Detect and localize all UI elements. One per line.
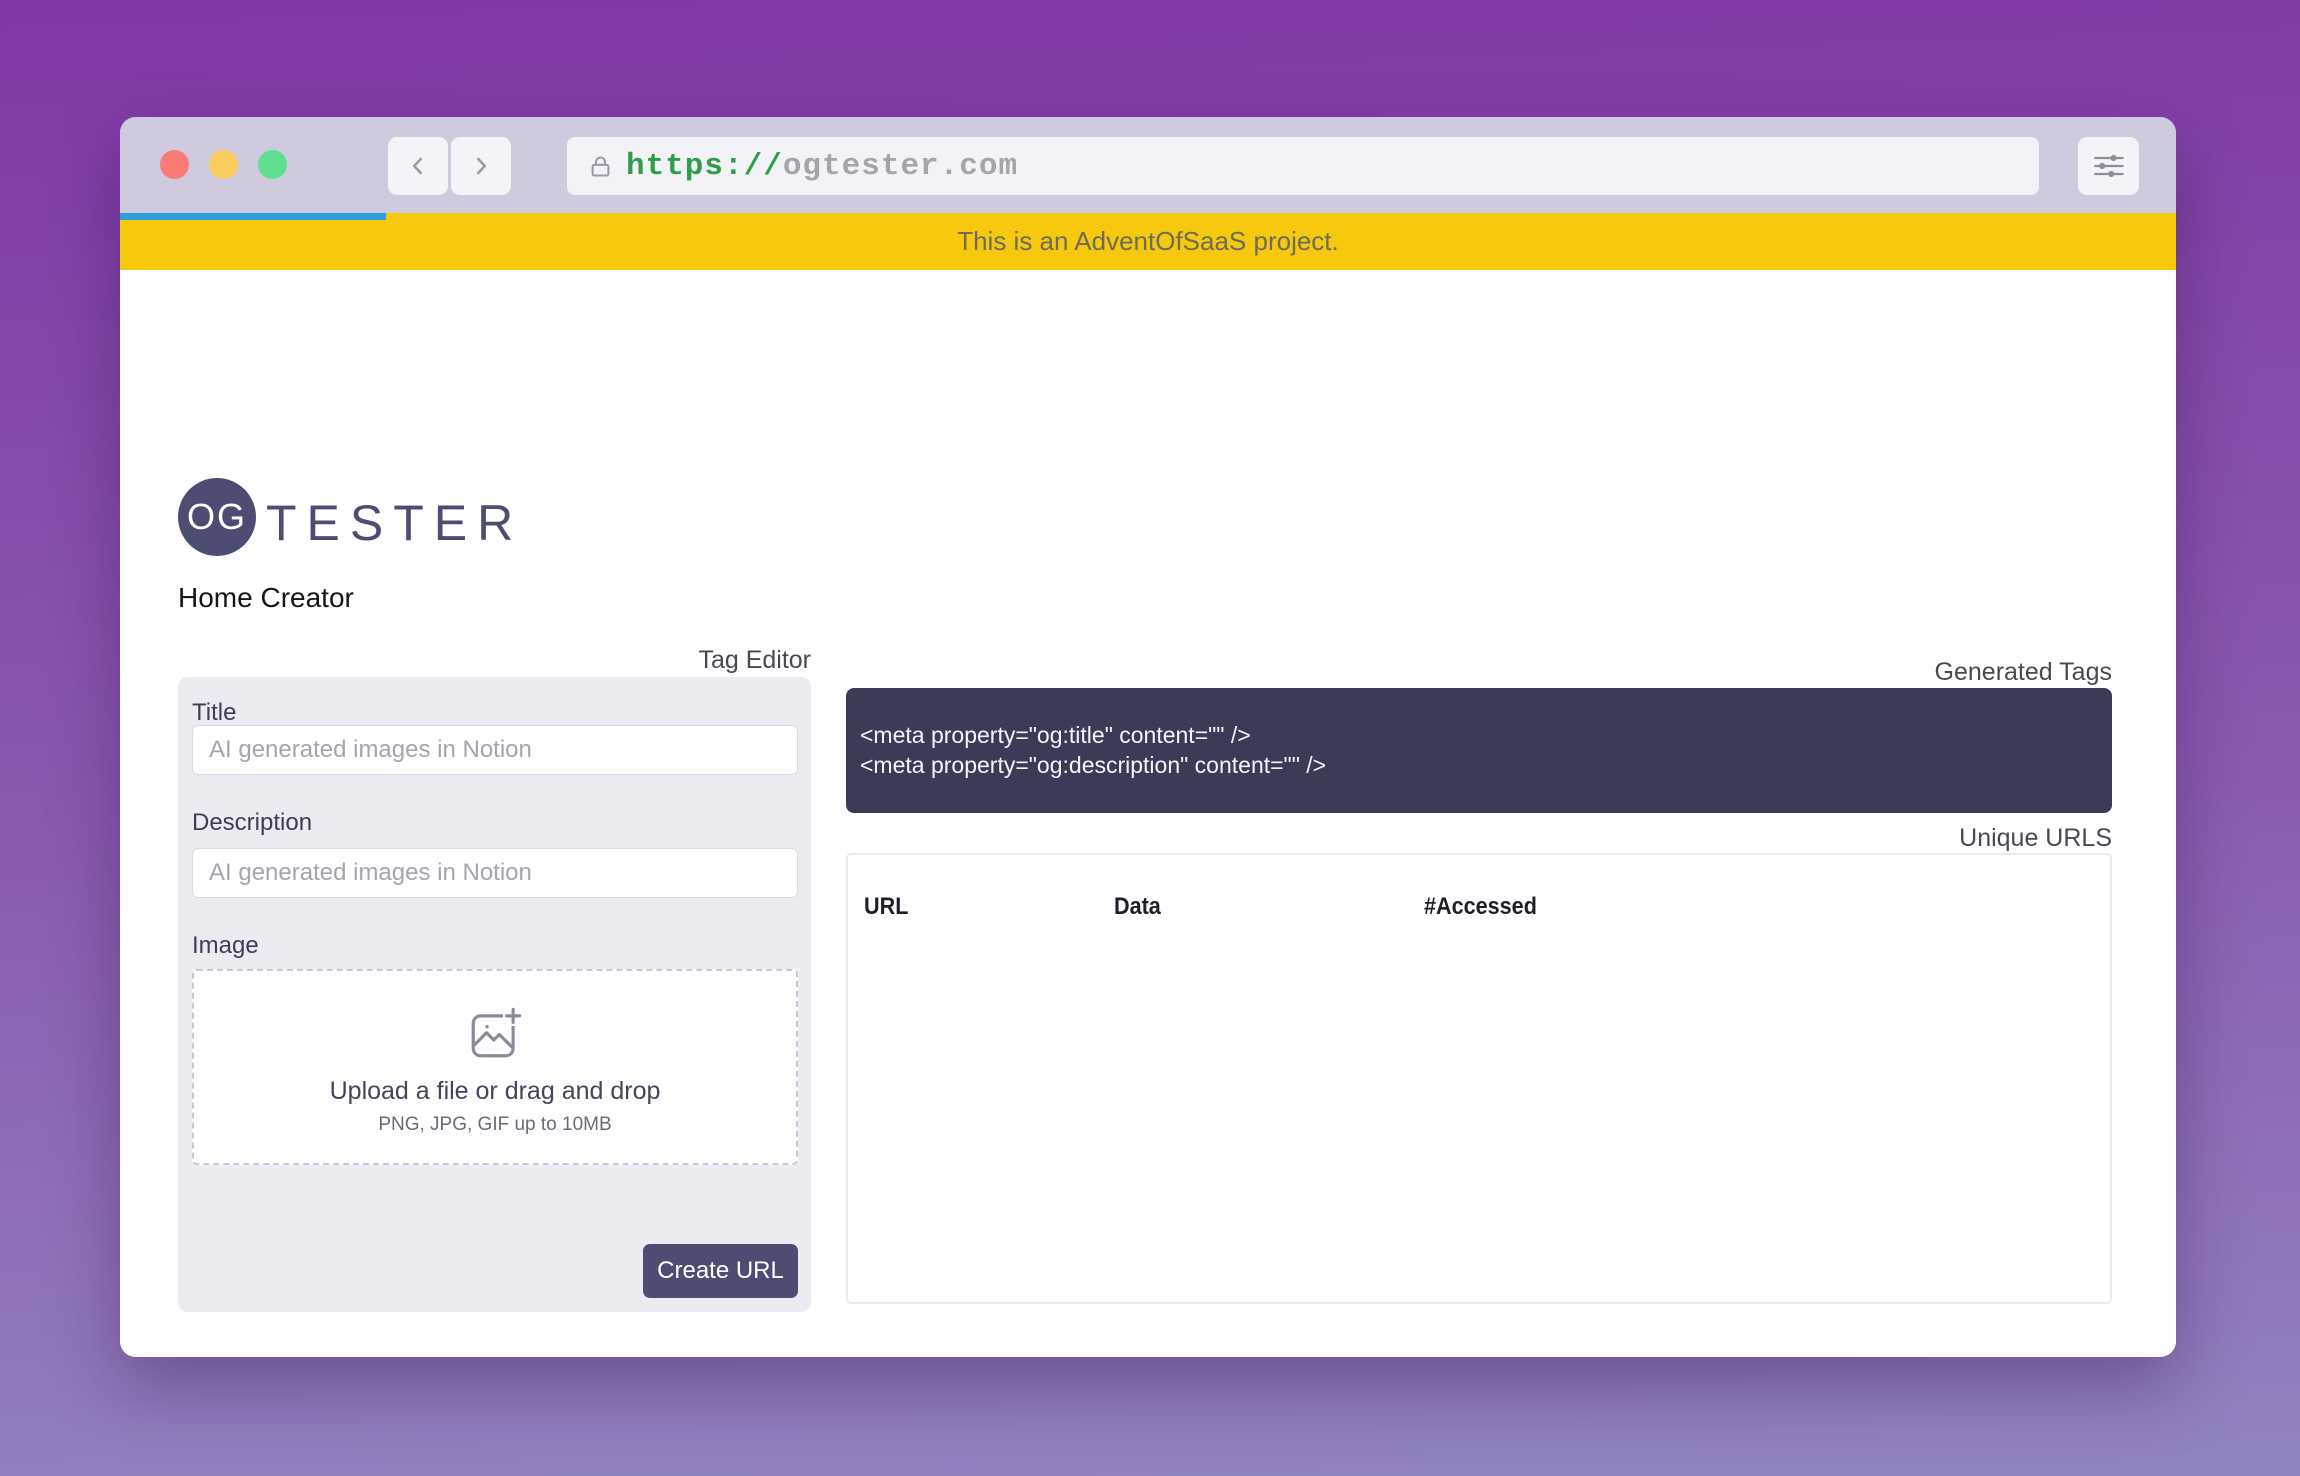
unique-urls-table-header: URL Data #Accessed bbox=[848, 855, 2110, 945]
image-upload-dropzone[interactable]: Upload a file or drag and drop PNG, JPG,… bbox=[192, 969, 798, 1165]
sliders-icon bbox=[2093, 152, 2125, 180]
meta-tag-line: <meta property="og:description" content=… bbox=[860, 750, 2098, 780]
image-field-label: Image bbox=[192, 932, 259, 960]
meta-tag-line: <meta property="og:title" content="" /> bbox=[860, 720, 2098, 750]
forward-button[interactable] bbox=[451, 137, 511, 195]
create-url-button[interactable]: Create URL bbox=[643, 1244, 798, 1298]
chevron-right-icon bbox=[468, 153, 494, 179]
title-input[interactable] bbox=[192, 725, 798, 775]
url-scheme: https:// bbox=[626, 149, 783, 184]
page-content: OG TESTER Home Creator Tag Editor Title … bbox=[120, 270, 2176, 1357]
maximize-window-button[interactable] bbox=[258, 150, 287, 179]
logo-wordmark: TESTER bbox=[266, 494, 523, 552]
generated-tags-code-block: <meta property="og:title" content="" /> … bbox=[846, 688, 2112, 813]
title-field-label: Title bbox=[192, 699, 236, 727]
page-title: Home Creator bbox=[178, 582, 354, 614]
settings-button[interactable] bbox=[2078, 137, 2139, 195]
address-bar[interactable]: https://ogtester.com bbox=[567, 137, 2039, 195]
browser-window: https://ogtester.com This is an AdventOf… bbox=[120, 117, 2176, 1357]
url-host: ogtester.com bbox=[783, 149, 1018, 184]
description-field-label: Description bbox=[192, 809, 312, 837]
column-header-data: Data bbox=[1114, 893, 1161, 921]
column-header-url: URL bbox=[864, 893, 908, 921]
column-header-accessed: #Accessed bbox=[1424, 893, 1537, 921]
chevron-left-icon bbox=[405, 153, 431, 179]
description-input[interactable] bbox=[192, 848, 798, 898]
lock-icon bbox=[587, 153, 614, 180]
traffic-lights bbox=[160, 150, 287, 179]
close-window-button[interactable] bbox=[160, 150, 189, 179]
generated-tags-section-label: Generated Tags bbox=[846, 658, 2112, 687]
minimize-window-button[interactable] bbox=[209, 150, 238, 179]
unique-urls-table: URL Data #Accessed bbox=[846, 853, 2112, 1304]
tag-editor-panel: Title Description Image Upload a file or… bbox=[178, 677, 811, 1312]
logo-initials: OG bbox=[187, 496, 247, 538]
unique-urls-section-label: Unique URLS bbox=[846, 824, 2112, 853]
logo-badge: OG bbox=[178, 478, 256, 556]
back-button[interactable] bbox=[388, 137, 448, 195]
upload-instruction: Upload a file or drag and drop bbox=[330, 1077, 661, 1106]
upload-file-hint: PNG, JPG, GIF up to 10MB bbox=[378, 1114, 611, 1136]
announcement-banner: This is an AdventOfSaaS project. bbox=[120, 213, 2176, 270]
tag-editor-section-label: Tag Editor bbox=[178, 646, 811, 675]
announcement-text: This is an AdventOfSaaS project. bbox=[957, 226, 1339, 257]
image-plus-icon bbox=[466, 1005, 524, 1063]
page-load-progress-bar bbox=[120, 213, 386, 220]
browser-chrome: https://ogtester.com bbox=[120, 117, 2176, 213]
browser-nav-buttons bbox=[388, 137, 511, 195]
